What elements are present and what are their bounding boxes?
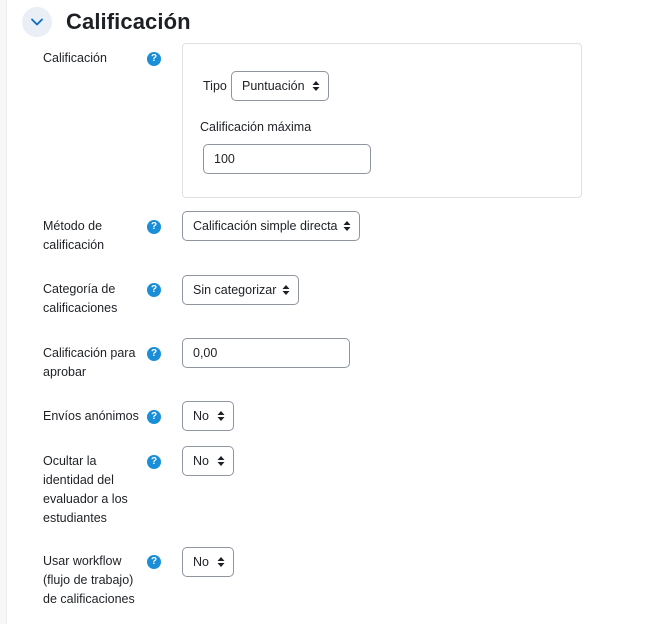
grading-method-select[interactable]: Calificación simple directa <box>182 211 360 241</box>
collapse-toggle-button[interactable] <box>22 7 52 37</box>
workflow-label-line: de calificaciones <box>43 592 135 606</box>
grade-category-label: Categoría de calificaciones <box>43 280 117 318</box>
workflow-value: No <box>193 555 209 569</box>
grade-type-label: Tipo <box>203 79 227 93</box>
hide-grader-label: Ocultar la identidad del evaluador a los… <box>43 452 128 528</box>
grading-method-help-icon[interactable]: ? <box>147 220 161 234</box>
max-grade-label: Calificación máxima <box>200 120 312 134</box>
grade-category-label-line: calificaciones <box>43 301 118 315</box>
hide-grader-label-line: estudiantes <box>43 511 107 525</box>
section-header: Calificación <box>22 6 191 38</box>
grade-to-pass-label-line: aprobar <box>43 365 87 379</box>
workflow-label-line: (flujo de trabajo) <box>43 573 134 587</box>
grade-to-pass-help-icon[interactable]: ? <box>147 347 161 361</box>
grade-to-pass-input[interactable]: 0,00 <box>182 338 350 368</box>
grade-type-select[interactable]: Puntuación <box>231 71 329 101</box>
workflow-label-line: Usar workflow <box>43 554 122 568</box>
sort-arrows-icon <box>217 411 225 421</box>
section-title: Calificación <box>66 9 191 34</box>
anonymous-submissions-select[interactable]: No <box>182 401 234 431</box>
hide-grader-label-line: evaluador a los <box>43 492 128 506</box>
chevron-down-icon <box>31 18 43 26</box>
grade-category-label-line: Categoría de <box>43 282 116 296</box>
grade-to-pass-label: Calificación para aprobar <box>43 344 135 382</box>
sort-arrows-icon <box>312 81 320 91</box>
sort-arrows-icon <box>343 221 351 231</box>
sort-arrows-icon <box>217 456 225 466</box>
grade-help-icon[interactable]: ? <box>147 52 161 66</box>
grade-to-pass-label-line: Calificación para <box>43 346 136 360</box>
anonymous-submissions-label: Envíos anónimos <box>43 409 139 423</box>
max-grade-value: 100 <box>214 152 235 166</box>
grade-category-help-icon[interactable]: ? <box>147 283 161 297</box>
grade-category-select[interactable]: Sin categorizar <box>182 275 299 305</box>
grade-type-value: Puntuación <box>242 79 305 93</box>
anonymous-submissions-value: No <box>193 409 209 423</box>
hide-grader-value: No <box>193 454 209 468</box>
grade-label: Calificación <box>43 51 107 65</box>
sort-arrows-icon <box>282 285 290 295</box>
grade-category-value: Sin categorizar <box>193 283 277 297</box>
hide-grader-label-line: Ocultar la <box>43 454 97 468</box>
hide-grader-help-icon[interactable]: ? <box>147 455 161 469</box>
grade-to-pass-value: 0,00 <box>193 346 218 360</box>
grading-method-value: Calificación simple directa <box>193 219 338 233</box>
workflow-label: Usar workflow (flujo de trabajo) de cali… <box>43 552 135 609</box>
hide-grader-select[interactable]: No <box>182 446 234 476</box>
grading-method-label: Método de calificación <box>43 217 104 255</box>
workflow-help-icon[interactable]: ? <box>147 555 161 569</box>
page-left-edge <box>0 0 7 624</box>
grading-method-label-line: Método de <box>43 219 103 233</box>
max-grade-input[interactable]: 100 <box>203 144 371 174</box>
hide-grader-label-line: identidad del <box>43 473 114 487</box>
sort-arrows-icon <box>217 557 225 567</box>
workflow-select[interactable]: No <box>182 547 234 577</box>
anonymous-submissions-help-icon[interactable]: ? <box>147 410 161 424</box>
grading-method-label-line: calificación <box>43 238 105 252</box>
